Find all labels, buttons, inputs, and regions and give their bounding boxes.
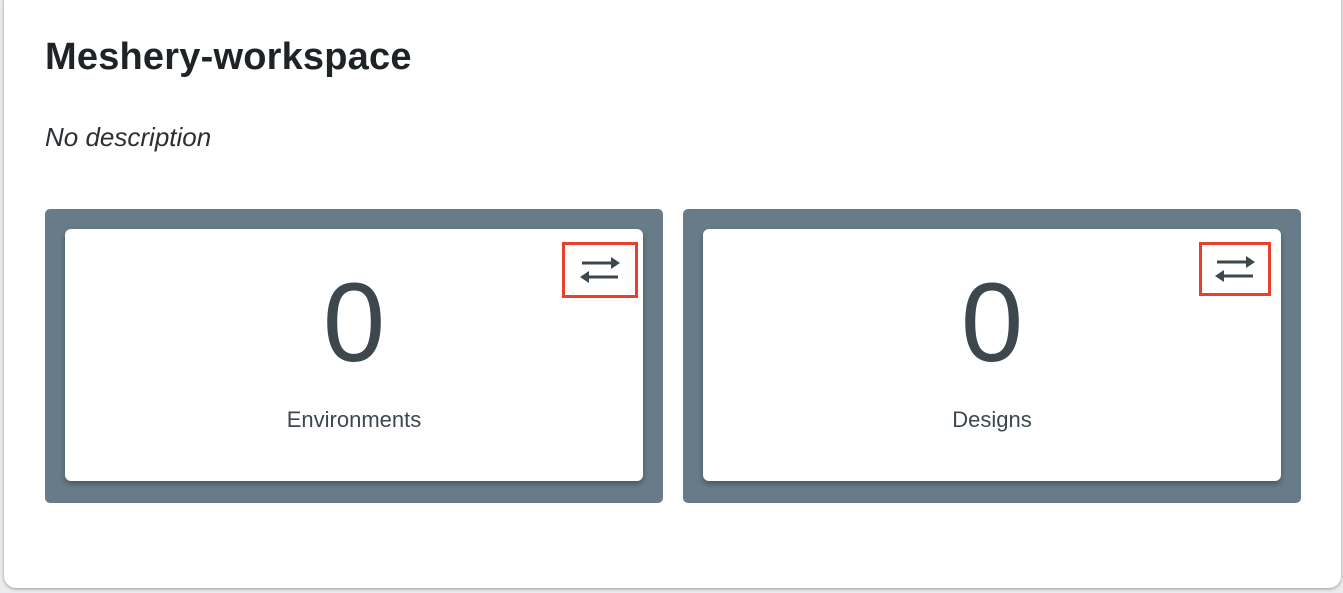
designs-card[interactable]: 0 Designs <box>703 229 1281 481</box>
environments-swap-button[interactable] <box>562 242 638 298</box>
environments-card[interactable]: 0 Environments <box>65 229 643 481</box>
swap-arrows-icon <box>1215 256 1255 282</box>
environments-panel: 0 Environments <box>45 209 663 503</box>
designs-panel: 0 Designs <box>683 209 1301 503</box>
designs-count: 0 <box>960 260 1024 385</box>
workspace-description: No description <box>45 122 212 152</box>
workspace-card: Meshery-workspace No description 0 Envir… <box>4 0 1341 588</box>
designs-swap-button[interactable] <box>1199 242 1271 296</box>
swap-arrows-icon <box>580 257 620 283</box>
designs-label: Designs <box>952 407 1032 432</box>
workspace-title: Meshery-workspace <box>45 36 412 78</box>
environments-count: 0 <box>322 260 386 385</box>
environments-label: Environments <box>286 407 422 432</box>
